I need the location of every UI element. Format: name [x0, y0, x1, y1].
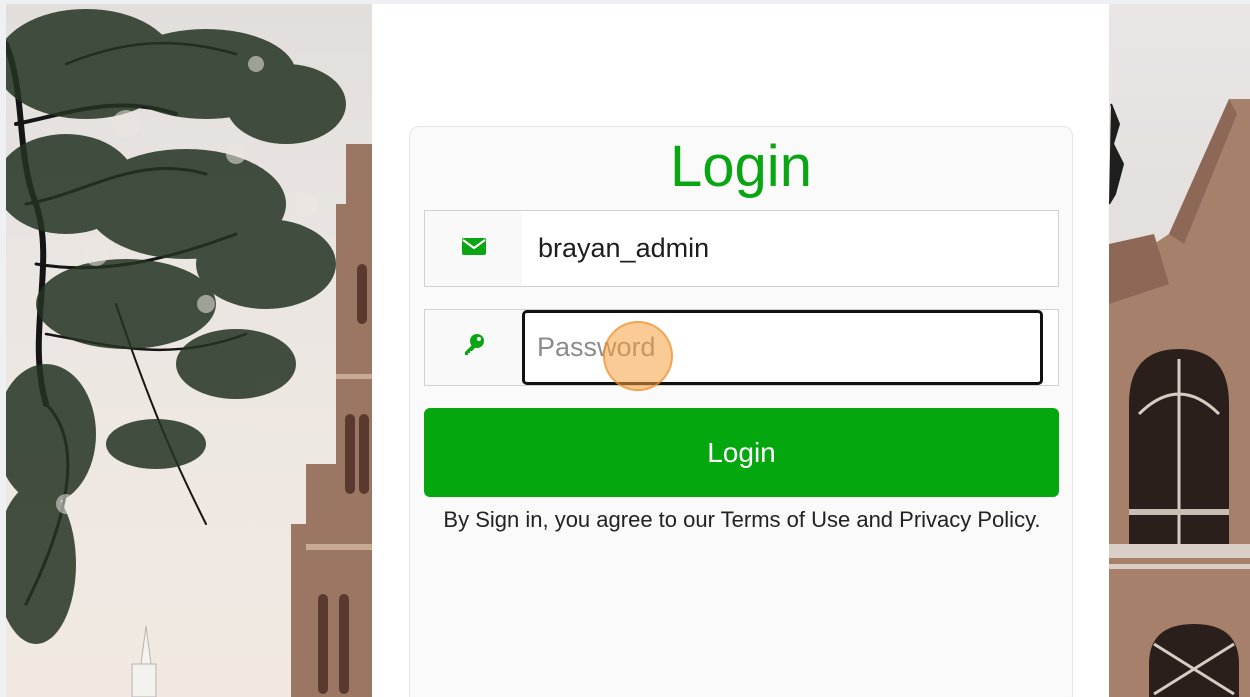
background-photo-left — [6, 4, 372, 697]
password-input-wrapper[interactable] — [522, 310, 1043, 391]
login-card: Login brayan_admin Login By Sign in, you… — [409, 126, 1073, 697]
username-field[interactable]: brayan_admin — [424, 210, 1059, 287]
login-button[interactable]: Login — [424, 408, 1059, 497]
password-addon — [425, 310, 522, 385]
tree-and-tower-illustration — [6, 9, 372, 697]
username-addon — [425, 211, 522, 286]
login-title: Login — [670, 134, 812, 199]
envelope-icon — [461, 237, 486, 260]
password-input[interactable] — [525, 332, 1040, 363]
gothic-building-illustration — [1109, 99, 1250, 697]
key-icon — [462, 333, 486, 362]
terms-text: By Sign in, you agree to our Terms of Us… — [443, 507, 1041, 532]
password-field[interactable] — [424, 309, 1059, 391]
username-value[interactable]: brayan_admin — [522, 233, 709, 264]
login-panel: Login brayan_admin Login By Sign in, you… — [372, 4, 1109, 697]
background-photo-right — [1109, 4, 1250, 697]
